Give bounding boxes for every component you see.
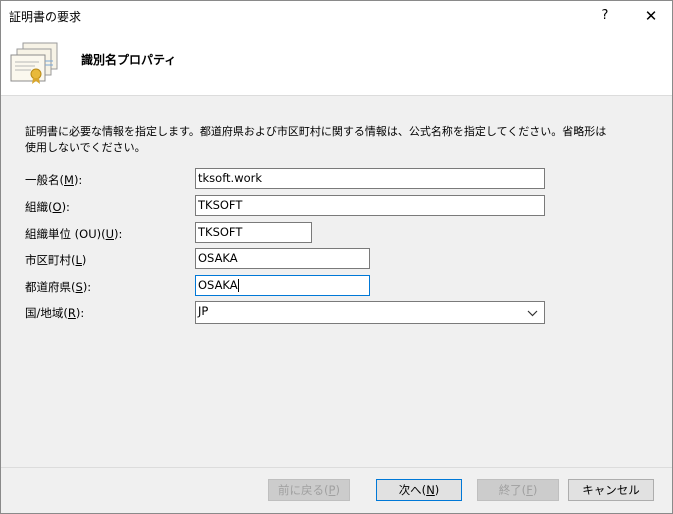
wizard-header: 識別名プロパティ: [1, 31, 672, 96]
footer-divider: [1, 467, 672, 468]
help-button[interactable]: ?: [583, 1, 627, 31]
city-input[interactable]: OSAKA: [195, 248, 370, 269]
cancel-button[interactable]: キャンセル: [568, 479, 654, 501]
window-title: 証明書の要求: [9, 10, 82, 24]
chevron-down-icon: [527, 310, 538, 317]
text-caret: [237, 279, 239, 292]
org-unit-input[interactable]: TKSOFT: [195, 222, 312, 243]
city-label: 市区町村(L): [25, 253, 87, 267]
back-button[interactable]: 前に戻る(P): [268, 479, 350, 501]
country-select-value: JP: [198, 304, 209, 318]
close-button[interactable]: ✕: [629, 1, 673, 31]
country-select[interactable]: JP: [195, 301, 545, 324]
wizard-page-title: 識別名プロパティ: [81, 53, 177, 67]
certificate-request-dialog: 証明書の要求 ? ✕ 識別名プロパティ 証明書に必要な情報を指定します。都道府県…: [0, 0, 673, 514]
common-name-label: 一般名(M):: [25, 173, 83, 187]
state-label: 都道府県(S):: [25, 280, 92, 294]
state-input[interactable]: OSAKA: [195, 275, 370, 296]
next-button[interactable]: 次へ(N): [376, 479, 462, 501]
certificate-stack-icon: [10, 42, 58, 84]
organization-label: 組織(O):: [25, 200, 70, 214]
common-name-input[interactable]: tksoft.work: [195, 168, 545, 189]
state-input-value: OSAKA: [198, 278, 238, 292]
instruction-text: 証明書に必要な情報を指定します。都道府県および市区町村に関する情報は、公式名称を…: [25, 125, 607, 154]
title-bar: 証明書の要求 ? ✕: [1, 1, 672, 31]
organization-input[interactable]: TKSOFT: [195, 195, 545, 216]
country-label: 国/地域(R):: [25, 306, 85, 320]
org-unit-label: 組織単位 (OU)(U):: [25, 227, 123, 241]
finish-button[interactable]: 終了(F): [477, 479, 559, 501]
